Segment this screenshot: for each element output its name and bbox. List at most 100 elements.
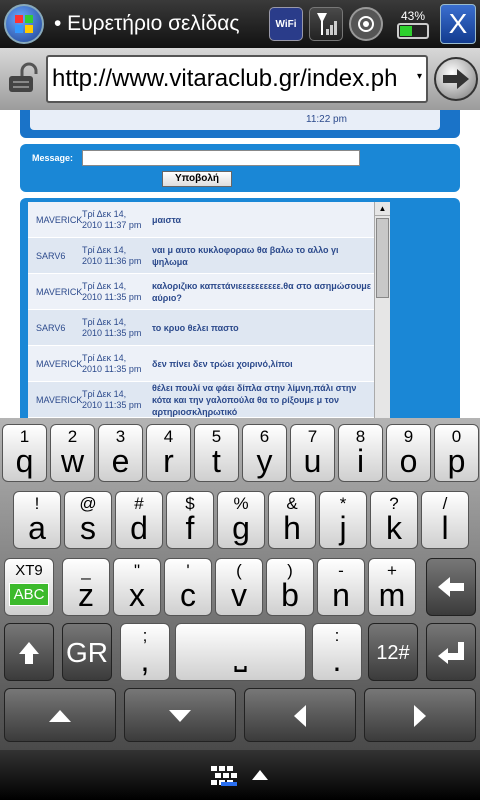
url-dropdown-icon[interactable]: ▾ xyxy=(417,57,422,99)
go-arrow-button[interactable] xyxy=(434,57,478,101)
arrow-down-key[interactable] xyxy=(124,688,236,742)
keyboard-toggle-icon[interactable] xyxy=(210,762,270,788)
key-d[interactable]: # d xyxy=(115,491,163,549)
key-r[interactable]: 4r xyxy=(146,424,191,482)
key-primary-label: w xyxy=(60,443,85,479)
space-key[interactable]: ⎵ xyxy=(175,623,306,681)
colon-period-key[interactable]: : . xyxy=(312,623,362,681)
key-l[interactable]: / l xyxy=(421,491,469,549)
chat-time: Τρί Δεκ 14, 2010 11:35 pm xyxy=(82,316,142,338)
key-primary-label: a xyxy=(28,510,46,546)
key-primary-label: o xyxy=(399,443,418,479)
abc-label: ABC xyxy=(8,583,50,606)
key-primary-label: j xyxy=(339,510,347,546)
chat-time: Τρί Δεκ 14, 2010 11:35 pm xyxy=(82,352,142,374)
key-primary-label: f xyxy=(185,510,195,546)
close-button[interactable]: X xyxy=(440,4,476,44)
key-n[interactable]: -n xyxy=(317,558,365,616)
key-primary-label: m xyxy=(378,577,406,613)
key-a[interactable]: ! a xyxy=(13,491,61,549)
chat-row: SARV6 Τρί Δεκ 14, 2010 11:36 pm ναι μ αυτο… xyxy=(28,238,374,274)
arrow-right-key[interactable] xyxy=(364,688,476,742)
key-z[interactable]: _ z xyxy=(62,558,110,616)
key-primary-label: p xyxy=(447,443,466,479)
key-h[interactable]: & h xyxy=(268,491,316,549)
battery-indicator[interactable]: 43% xyxy=(392,9,434,39)
submit-button[interactable]: Υποβολή xyxy=(162,171,232,187)
key-primary-label: d xyxy=(130,510,148,546)
key-w[interactable]: 2w xyxy=(50,424,95,482)
arrow-up-key[interactable] xyxy=(4,688,116,742)
url-input[interactable]: http://www.vitaraclub.gr/index.ph ▾ xyxy=(46,55,428,103)
chat-row: MAVERICK Τρί Δεκ 14, 2010 11:37 pm μαιστα xyxy=(28,202,374,238)
key-k[interactable]: ? k xyxy=(370,491,418,549)
windows-start-icon[interactable] xyxy=(4,4,44,44)
key-primary-label: l xyxy=(441,510,449,546)
wifi-icon[interactable]: WiFi xyxy=(269,7,303,41)
key-y[interactable]: 6y xyxy=(242,424,287,482)
chat-user[interactable]: MAVERICK xyxy=(28,359,82,369)
key-j[interactable]: * j xyxy=(319,491,367,549)
key-s[interactable]: @ s xyxy=(64,491,112,549)
status-bar: • Ευρετήριο σελίδας WiFi 43% X xyxy=(0,0,480,48)
space-label: ⎵ xyxy=(234,635,247,671)
post-time: 11:22 pm xyxy=(306,114,347,125)
arrow-left-key[interactable] xyxy=(244,688,356,742)
shoutbox: MAVERICK Τρί Δεκ 14, 2010 11:37 pm μαιστα … xyxy=(20,198,460,418)
gr-language-key[interactable]: GR xyxy=(62,623,112,681)
key-primary-label: r xyxy=(163,443,174,479)
enter-icon xyxy=(438,642,464,664)
xt9-abc-key[interactable]: XT9 ABC xyxy=(4,558,54,616)
backspace-key[interactable] xyxy=(426,558,476,616)
key-o[interactable]: 9o xyxy=(386,424,431,482)
numeric-key[interactable]: 12# xyxy=(368,623,418,681)
chat-scrollbar[interactable]: ▲ xyxy=(374,202,390,418)
key-c[interactable]: ' c xyxy=(164,558,212,616)
key-b[interactable]: ) b xyxy=(266,558,314,616)
chat-row: MAVERICK Τρί Δεκ 14, 2010 11:35 pm δεν πίν… xyxy=(28,346,374,382)
key-e[interactable]: 3e xyxy=(98,424,143,482)
message-input[interactable] xyxy=(82,150,360,166)
shoutbox-list[interactable]: MAVERICK Τρί Δεκ 14, 2010 11:37 pm μαιστα … xyxy=(28,202,374,418)
key-f[interactable]: $ f xyxy=(166,491,214,549)
key-u[interactable]: 7u xyxy=(290,424,335,482)
key-m[interactable]: + m xyxy=(368,558,416,616)
shift-key[interactable] xyxy=(4,623,54,681)
scroll-thumb[interactable] xyxy=(376,218,389,298)
chat-row: MAVERICK Τρί Δεκ 14, 2010 11:35 pm θέλει π… xyxy=(28,382,374,418)
chat-user[interactable]: MAVERICK xyxy=(28,215,82,225)
signal-icon[interactable] xyxy=(309,7,343,41)
key-primary-label: n xyxy=(332,577,350,613)
chat-user[interactable]: SARV6 xyxy=(28,251,80,261)
message-form: Message: Υποβολή xyxy=(20,144,460,192)
chat-message: καλοριζικο καπετάνιεεεεεεεεεε.θα στο αση… xyxy=(152,280,372,303)
key-i[interactable]: 8i xyxy=(338,424,383,482)
key-g[interactable]: % g xyxy=(217,491,265,549)
semicolon-comma-key[interactable]: ; , xyxy=(120,623,170,681)
volume-icon[interactable] xyxy=(349,7,383,41)
unlocked-padlock-icon[interactable] xyxy=(4,60,42,98)
chat-time: Τρί Δεκ 14, 2010 11:35 pm xyxy=(82,388,142,410)
key-p[interactable]: 0p xyxy=(434,424,479,482)
period-label: . xyxy=(332,642,342,678)
chat-time: Τρί Δεκ 14, 2010 11:35 pm xyxy=(82,280,142,302)
key-primary-label: u xyxy=(303,443,322,479)
chat-row: MAVERICK Τρί Δεκ 14, 2010 11:35 pm καλοριζ… xyxy=(28,274,374,310)
chat-user[interactable]: MAVERICK xyxy=(28,395,82,405)
enter-key[interactable] xyxy=(426,623,476,681)
key-t[interactable]: 5t xyxy=(194,424,239,482)
key-v[interactable]: (v xyxy=(215,558,263,616)
key-primary-label: x xyxy=(129,577,145,613)
chat-message: ναι μ αυτο κυκλοφοραω θα βαλω το αλλο γι… xyxy=(152,244,339,267)
key-primary-label: z xyxy=(78,577,94,613)
chat-user[interactable]: SARV6 xyxy=(28,323,80,333)
xt9-label: XT9 xyxy=(15,562,43,579)
battery-percent: 43% xyxy=(400,9,426,23)
key-primary-label: b xyxy=(281,577,299,613)
key-x[interactable]: " x xyxy=(113,558,161,616)
caret-up-icon xyxy=(252,770,268,780)
key-q[interactable]: 1q xyxy=(2,424,47,482)
web-page: 11:22 pm Message: Υποβολή MAVERICK Τρί Δε… xyxy=(0,110,480,418)
scroll-up-icon[interactable]: ▲ xyxy=(375,202,390,216)
chat-user[interactable]: MAVERICK xyxy=(28,287,82,297)
